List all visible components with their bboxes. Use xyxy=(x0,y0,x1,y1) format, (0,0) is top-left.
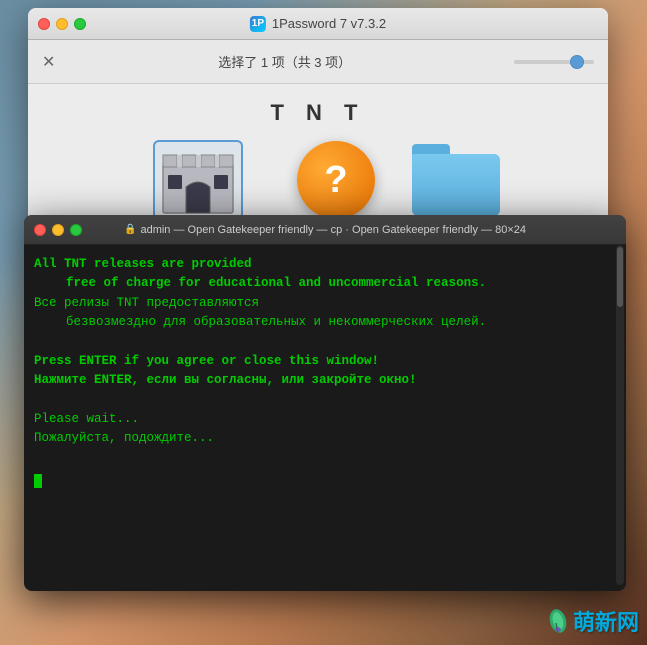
toolbar-label: 选择了 1 项（共 3 项） xyxy=(65,52,504,71)
close-button[interactable] xyxy=(38,18,50,30)
terminal-title: 🔒 admin — Open Gatekeeper friendly — cp … xyxy=(124,224,526,236)
slider-thumb xyxy=(570,55,584,69)
watermark-text: 萌新网 xyxy=(573,605,639,637)
terminal-titlebar: 🔒 admin — Open Gatekeeper friendly — cp … xyxy=(24,215,626,245)
app-icon: 1P xyxy=(250,16,266,32)
term-line-6: Нажмите ENTER, если вы согласны, или зак… xyxy=(34,371,612,390)
term-line-blank3 xyxy=(34,449,612,468)
onepassword-window: 1P 1Password 7 v7.3.2 ✕ 选择了 1 项（共 3 项） T… xyxy=(28,8,608,228)
term-line-2: free of charge for educational and uncom… xyxy=(34,274,612,293)
window-title: 1P 1Password 7 v7.3.2 xyxy=(250,16,386,32)
terminal-window: 🔒 admin — Open Gatekeeper friendly — cp … xyxy=(24,215,626,591)
term-line-8: Пожалуйста, подождите... xyxy=(34,429,612,448)
cursor xyxy=(34,474,42,488)
terminal-maximize-button[interactable] xyxy=(70,224,82,236)
folder-body xyxy=(412,154,500,216)
window-content: T N T xyxy=(28,84,608,228)
terminal-scrollbar[interactable] xyxy=(616,245,624,585)
leaf-icon xyxy=(547,607,569,635)
castle-icon-container xyxy=(153,140,243,220)
help-icon-container: ? xyxy=(291,140,381,220)
minimize-button[interactable] xyxy=(56,18,68,30)
toolbar: ✕ 选择了 1 项（共 3 项） xyxy=(28,40,608,84)
window-title-text: 1Password 7 v7.3.2 xyxy=(272,16,386,31)
castle-svg xyxy=(158,143,238,217)
folder-svg-container xyxy=(412,144,500,216)
term-line-blank2 xyxy=(34,391,612,410)
term-line-3: Все релизы TNT предоставляются xyxy=(34,294,612,313)
term-line-1: All TNT releases are provided xyxy=(34,255,612,274)
question-mark-icon: ? xyxy=(297,141,375,219)
tnt-header: T N T xyxy=(261,100,376,126)
slider-area xyxy=(514,60,594,64)
term-line-5: Press ENTER if you agree or close this w… xyxy=(34,352,612,371)
terminal-body[interactable]: All TNT releases are provided free of ch… xyxy=(24,245,626,591)
maximize-button[interactable] xyxy=(74,18,86,30)
term-line-blank1 xyxy=(34,333,612,352)
slider-track[interactable] xyxy=(514,60,594,64)
watermark: 萌新网 xyxy=(547,605,639,637)
terminal-traffic-lights xyxy=(34,224,82,236)
lock-icon: 🔒 xyxy=(124,224,136,235)
close-icon[interactable]: ✕ xyxy=(42,52,55,72)
terminal-close-button[interactable] xyxy=(34,224,46,236)
terminal-minimize-button[interactable] xyxy=(52,224,64,236)
term-line-4: безвозмездно для образовательных и неком… xyxy=(34,313,612,332)
traffic-lights xyxy=(38,18,86,30)
scrollbar-thumb xyxy=(617,247,623,307)
terminal-title-text: admin — Open Gatekeeper friendly — cp · … xyxy=(140,224,526,236)
term-line-7: Please wait... xyxy=(34,410,612,429)
titlebar: 1P 1Password 7 v7.3.2 xyxy=(28,8,608,40)
tnt-title: T N T xyxy=(271,100,366,126)
folder-icon-container xyxy=(411,140,501,220)
